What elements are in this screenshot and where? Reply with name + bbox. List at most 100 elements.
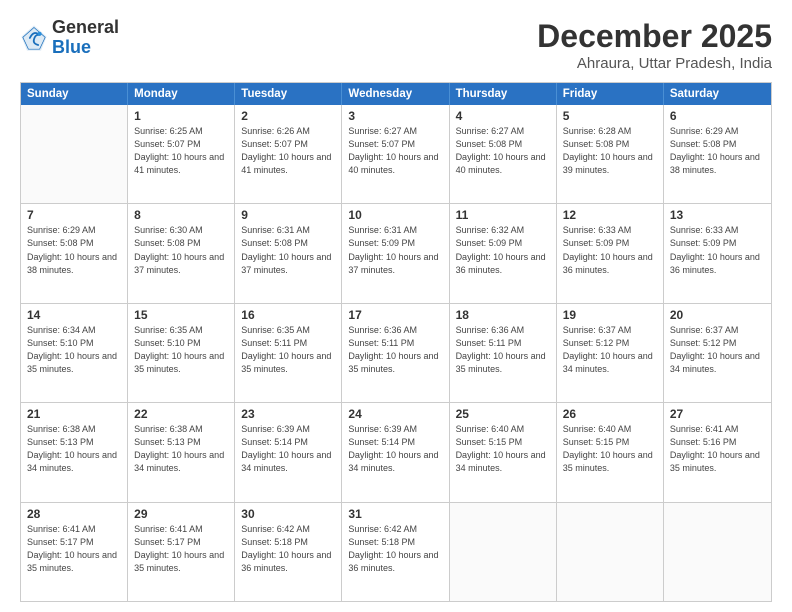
cal-header-sunday: Sunday [21,83,128,105]
calendar-cell: 16 Sunrise: 6:35 AMSunset: 5:11 PMDayligh… [235,304,342,402]
calendar-cell: 14 Sunrise: 6:34 AMSunset: 5:10 PMDayligh… [21,304,128,402]
day-number: 2 [241,109,335,123]
day-info: Sunrise: 6:28 AMSunset: 5:08 PMDaylight:… [563,125,657,177]
day-info: Sunrise: 6:27 AMSunset: 5:07 PMDaylight:… [348,125,442,177]
cal-header-saturday: Saturday [664,83,771,105]
day-number: 28 [27,507,121,521]
day-number: 19 [563,308,657,322]
day-info: Sunrise: 6:34 AMSunset: 5:10 PMDaylight:… [27,324,121,376]
calendar-cell: 27Sunrise: 6:41 AMSunset: 5:16 PMDayligh… [664,403,771,501]
day-info: Sunrise: 6:41 AMSunset: 5:17 PMDaylight:… [134,523,228,575]
day-info: Sunrise: 6:37 AMSunset: 5:12 PMDaylight:… [670,324,765,376]
day-info: Sunrise: 6:27 AMSunset: 5:08 PMDaylight:… [456,125,550,177]
day-info: Sunrise: 6:30 AMSunset: 5:08 PMDaylight:… [134,224,228,276]
day-info: Sunrise: 6:33 AMSunset: 5:09 PMDaylight:… [670,224,765,276]
day-info: Sunrise: 6:35 AMSunset: 5:10 PMDaylight:… [134,324,228,376]
calendar-cell: 24 Sunrise: 6:39 AMSunset: 5:14 PMDayligh… [342,403,449,501]
day-info: Sunrise: 6:31 AMSunset: 5:08 PMDaylight:… [241,224,335,276]
cal-header-friday: Friday [557,83,664,105]
day-number: 3 [348,109,442,123]
calendar-cell: 2 Sunrise: 6:26 AMSunset: 5:07 PMDaylight… [235,105,342,203]
calendar-cell: 29 Sunrise: 6:41 AMSunset: 5:17 PMDayligh… [128,503,235,601]
calendar-week-1: 1 Sunrise: 6:25 AMSunset: 5:07 PMDaylight… [21,105,771,204]
calendar-cell: 15 Sunrise: 6:35 AMSunset: 5:10 PMDayligh… [128,304,235,402]
day-number: 24 [348,407,442,421]
header: General Blue December 2025 Ahraura, Utta… [20,18,772,72]
day-number: 14 [27,308,121,322]
day-number: 13 [670,208,765,222]
day-info: Sunrise: 6:26 AMSunset: 5:07 PMDaylight:… [241,125,335,177]
calendar-cell: 1 Sunrise: 6:25 AMSunset: 5:07 PMDaylight… [128,105,235,203]
day-number: 15 [134,308,228,322]
calendar-cell: 5 Sunrise: 6:28 AMSunset: 5:08 PMDaylight… [557,105,664,203]
calendar-cell [664,503,771,601]
day-info: Sunrise: 6:37 AMSunset: 5:12 PMDaylight:… [563,324,657,376]
day-number: 9 [241,208,335,222]
day-info: Sunrise: 6:41 AMSunset: 5:17 PMDaylight:… [27,523,121,575]
day-info: Sunrise: 6:29 AMSunset: 5:08 PMDaylight:… [27,224,121,276]
calendar-week-2: 7 Sunrise: 6:29 AMSunset: 5:08 PMDaylight… [21,204,771,303]
calendar-cell [450,503,557,601]
calendar: SundayMondayTuesdayWednesdayThursdayFrid… [20,82,772,602]
calendar-cell: 10 Sunrise: 6:31 AMSunset: 5:09 PMDayligh… [342,204,449,302]
day-info: Sunrise: 6:39 AMSunset: 5:14 PMDaylight:… [241,423,335,475]
day-number: 6 [670,109,765,123]
day-number: 8 [134,208,228,222]
calendar-cell: 22Sunrise: 6:38 AMSunset: 5:13 PMDayligh… [128,403,235,501]
calendar-cell [557,503,664,601]
cal-header-thursday: Thursday [450,83,557,105]
calendar-cell: 23Sunrise: 6:39 AMSunset: 5:14 PMDayligh… [235,403,342,501]
day-info: Sunrise: 6:29 AMSunset: 5:08 PMDaylight:… [670,125,765,177]
calendar-cell: 12 Sunrise: 6:33 AMSunset: 5:09 PMDayligh… [557,204,664,302]
calendar-week-5: 28 Sunrise: 6:41 AMSunset: 5:17 PMDayligh… [21,503,771,601]
calendar-cell: 11Sunrise: 6:32 AMSunset: 5:09 PMDayligh… [450,204,557,302]
day-number: 18 [456,308,550,322]
day-number: 11 [456,208,550,222]
day-number: 21 [27,407,121,421]
main-title: December 2025 [537,18,772,55]
calendar-cell: 13 Sunrise: 6:33 AMSunset: 5:09 PMDayligh… [664,204,771,302]
day-number: 26 [563,407,657,421]
day-number: 25 [456,407,550,421]
calendar-cell [21,105,128,203]
calendar-cell: 7 Sunrise: 6:29 AMSunset: 5:08 PMDaylight… [21,204,128,302]
cal-header-wednesday: Wednesday [342,83,449,105]
subtitle: Ahraura, Uttar Pradesh, India [537,55,772,72]
day-info: Sunrise: 6:33 AMSunset: 5:09 PMDaylight:… [563,224,657,276]
day-number: 12 [563,208,657,222]
calendar-cell: 3 Sunrise: 6:27 AMSunset: 5:07 PMDaylight… [342,105,449,203]
calendar-cell: 25 Sunrise: 6:40 AMSunset: 5:15 PMDayligh… [450,403,557,501]
day-number: 20 [670,308,765,322]
logo-general-text: General [52,18,119,38]
calendar-cell: 4Sunrise: 6:27 AMSunset: 5:08 PMDaylight… [450,105,557,203]
day-number: 22 [134,407,228,421]
logo-blue-text: Blue [52,38,119,58]
calendar-cell: 21Sunrise: 6:38 AMSunset: 5:13 PMDayligh… [21,403,128,501]
logo: General Blue [20,18,119,58]
calendar-cell: 30Sunrise: 6:42 AMSunset: 5:18 PMDayligh… [235,503,342,601]
calendar-cell: 19 Sunrise: 6:37 AMSunset: 5:12 PMDayligh… [557,304,664,402]
day-number: 1 [134,109,228,123]
day-info: Sunrise: 6:40 AMSunset: 5:15 PMDaylight:… [456,423,550,475]
calendar-cell: 8 Sunrise: 6:30 AMSunset: 5:08 PMDaylight… [128,204,235,302]
title-block: December 2025 Ahraura, Uttar Pradesh, In… [537,18,772,72]
day-info: Sunrise: 6:31 AMSunset: 5:09 PMDaylight:… [348,224,442,276]
day-info: Sunrise: 6:25 AMSunset: 5:07 PMDaylight:… [134,125,228,177]
day-info: Sunrise: 6:36 AMSunset: 5:11 PMDaylight:… [456,324,550,376]
day-info: Sunrise: 6:35 AMSunset: 5:11 PMDaylight:… [241,324,335,376]
day-number: 30 [241,507,335,521]
day-number: 5 [563,109,657,123]
day-number: 16 [241,308,335,322]
day-info: Sunrise: 6:40 AMSunset: 5:15 PMDaylight:… [563,423,657,475]
day-number: 10 [348,208,442,222]
calendar-cell: 18 Sunrise: 6:36 AMSunset: 5:11 PMDayligh… [450,304,557,402]
day-number: 31 [348,507,442,521]
calendar-cell: 20 Sunrise: 6:37 AMSunset: 5:12 PMDayligh… [664,304,771,402]
day-info: Sunrise: 6:41 AMSunset: 5:16 PMDaylight:… [670,423,765,475]
day-info: Sunrise: 6:39 AMSunset: 5:14 PMDaylight:… [348,423,442,475]
calendar-week-4: 21Sunrise: 6:38 AMSunset: 5:13 PMDayligh… [21,403,771,502]
day-number: 29 [134,507,228,521]
day-info: Sunrise: 6:36 AMSunset: 5:11 PMDaylight:… [348,324,442,376]
page: General Blue December 2025 Ahraura, Utta… [0,0,792,612]
day-number: 7 [27,208,121,222]
